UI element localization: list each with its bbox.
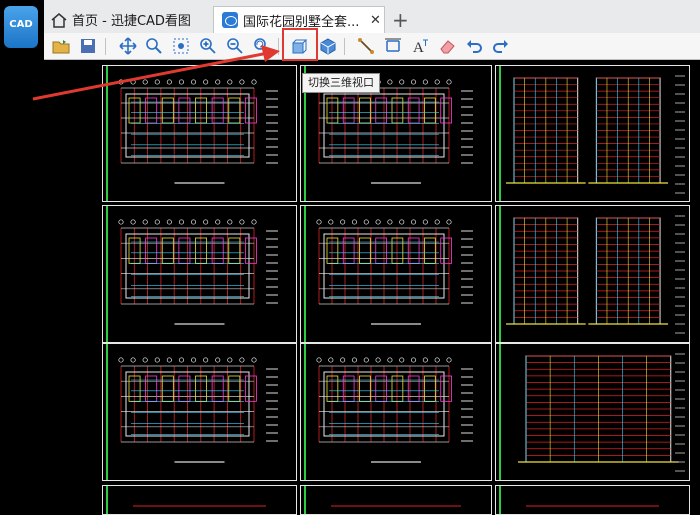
svg-text:A: A	[413, 40, 424, 55]
redo-icon[interactable]	[491, 36, 511, 56]
toolbar-separator	[344, 38, 345, 55]
drawing-sheet	[495, 205, 690, 343]
drawing-canvas[interactable]	[0, 60, 700, 515]
drawing-sheet	[495, 485, 690, 515]
drawing-sheet	[102, 205, 297, 343]
text-icon[interactable]: A	[410, 36, 430, 56]
annotation-arrow	[32, 45, 280, 101]
measure-area-icon[interactable]	[383, 36, 403, 56]
tooltip: 切换三维视口	[302, 73, 380, 93]
measure-line-icon[interactable]	[356, 36, 376, 56]
close-tab-icon[interactable]: ✕	[370, 13, 381, 28]
drawing-sheet	[102, 485, 297, 515]
drawing-sheet	[495, 343, 690, 481]
drawing-sheet	[102, 343, 297, 481]
drawing-sheet	[300, 205, 492, 343]
drawing-sheet	[300, 343, 492, 481]
3d-view-icon[interactable]	[318, 36, 338, 56]
undo-icon[interactable]	[464, 36, 484, 56]
new-tab-button[interactable]: +	[392, 6, 409, 33]
drawing-sheet	[495, 65, 690, 202]
drawing-sheet	[300, 485, 492, 515]
eraser-icon[interactable]	[437, 36, 457, 56]
